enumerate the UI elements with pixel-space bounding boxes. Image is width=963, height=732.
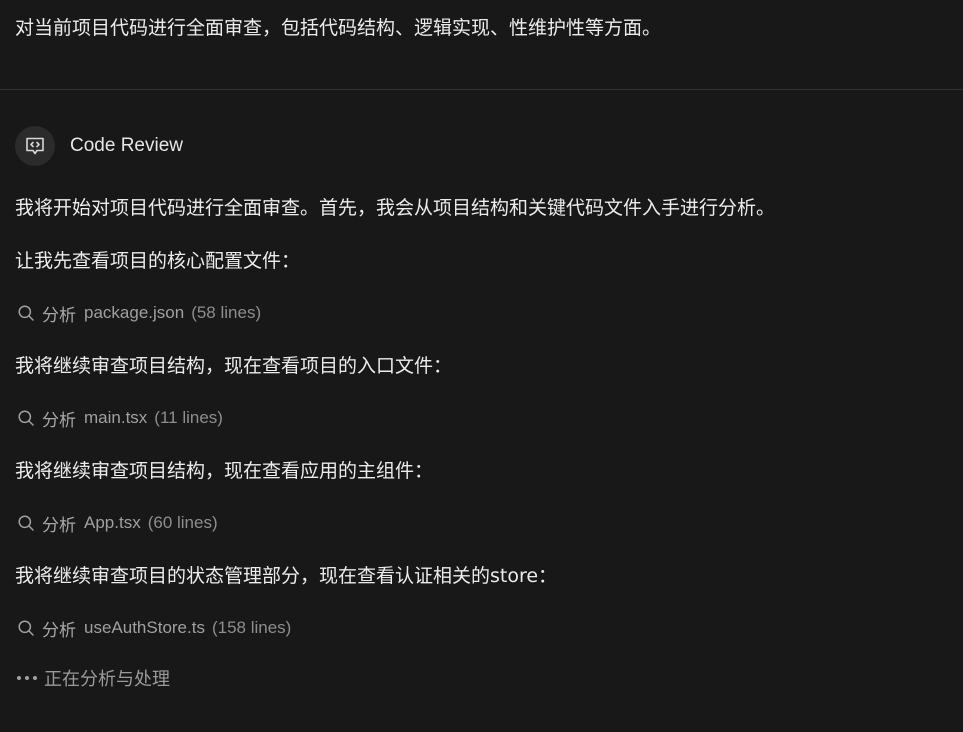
- action-file-name[interactable]: package.json: [84, 303, 184, 323]
- action-line-count: (11 lines): [154, 408, 223, 427]
- assistant-message: 我将开始对项目代码进行全面审查。首先，我会从项目结构和关键代码文件入手进行分析。: [15, 197, 776, 219]
- assistant-message: 我将继续审查项目结构，现在查看项目的入口文件：: [15, 355, 453, 377]
- action-line-count: (60 lines): [147, 513, 218, 532]
- action-file-name[interactable]: App.tsx: [84, 513, 141, 533]
- action-verb: 分析: [42, 305, 76, 326]
- action-verb: 分析: [42, 410, 76, 431]
- assistant-message: 让我先查看项目的核心配置文件：: [15, 250, 301, 272]
- processing-status: 正在分析与处理: [17, 665, 170, 691]
- ellipsis-icon: [17, 676, 37, 680]
- agent-header: Code Review: [15, 125, 183, 167]
- action-file-name[interactable]: useAuthStore.ts: [84, 618, 205, 638]
- tool-action-item[interactable]: 分析 App.tsx (60 lines): [17, 511, 218, 536]
- search-icon: [18, 620, 34, 636]
- search-icon: [18, 410, 34, 426]
- action-line-count: (158 lines): [211, 618, 292, 637]
- assistant-message: 我将继续审查项目的状态管理部分，现在查看认证相关的store：: [15, 565, 558, 587]
- search-icon: [18, 515, 34, 531]
- search-icon: [18, 305, 34, 321]
- agent-name: Code Review: [70, 135, 183, 156]
- action-line-count: (58 lines): [191, 303, 262, 322]
- action-file-name[interactable]: main.tsx: [84, 408, 147, 428]
- user-prompt-text: 对当前项目代码进行全面审查，包括代码结构、逻辑实现、性维护性等方面。: [15, 17, 662, 39]
- chat-panel: 对当前项目代码进行全面审查，包括代码结构、逻辑实现、性维护性等方面。 Code …: [0, 0, 963, 732]
- action-verb: 分析: [42, 515, 76, 536]
- tool-action-item[interactable]: 分析 main.tsx (11 lines): [17, 406, 223, 431]
- assistant-message: 我将继续审查项目结构，现在查看应用的主组件：: [15, 460, 434, 482]
- code-review-icon: [15, 126, 55, 166]
- action-verb: 分析: [42, 620, 76, 641]
- divider: [0, 89, 963, 90]
- status-text: 正在分析与处理: [44, 669, 170, 690]
- tool-action-item[interactable]: 分析 package.json (58 lines): [17, 301, 262, 326]
- tool-action-item[interactable]: 分析 useAuthStore.ts (158 lines): [17, 616, 292, 641]
